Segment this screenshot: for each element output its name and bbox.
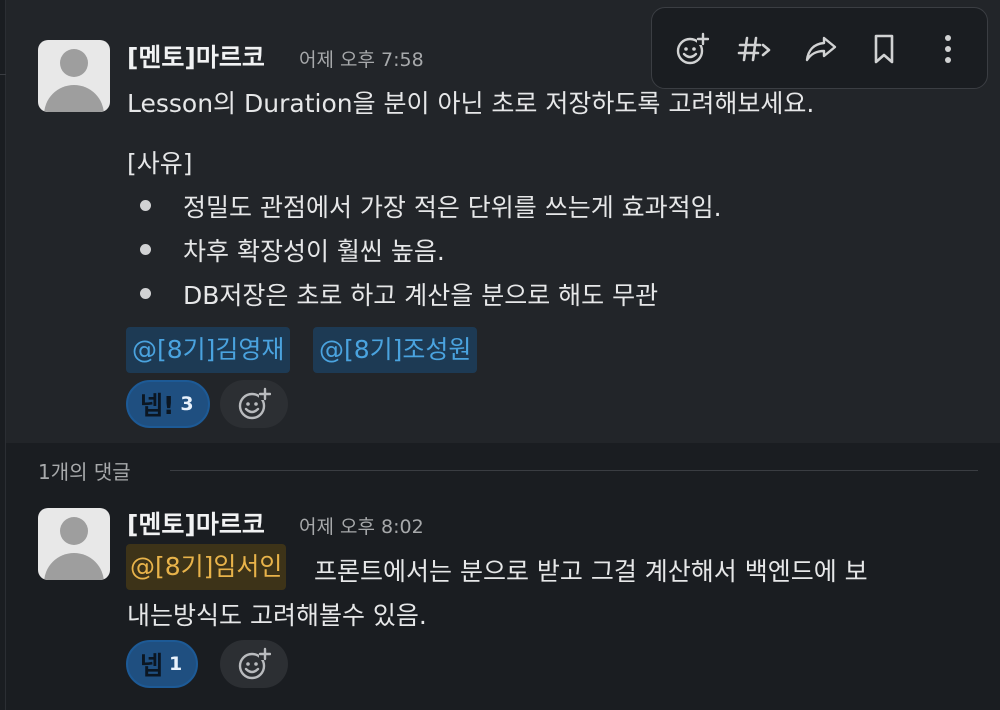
more-vertical-icon [945,35,951,63]
message-text-continued: 내는방식도 고려해볼수 있음. [127,601,427,630]
bullet-icon [140,288,151,299]
avatar-head [60,517,88,545]
reaction-count: 1 [169,653,183,675]
add-reaction-icon [238,647,271,680]
message-actions-toolbar [651,7,988,89]
add-reaction-button[interactable] [220,640,288,688]
author-name[interactable]: [멘토]마르코 [127,505,265,541]
pane-left-border [0,0,6,710]
avatar-body [44,553,104,580]
forward-to-channel-button[interactable] [730,24,780,74]
add-reaction-tool-button[interactable] [667,24,717,74]
share-icon [805,36,837,62]
reaction-pill[interactable]: 넵 1 [126,640,199,688]
avatar-head [60,49,88,77]
more-actions-button[interactable] [923,24,973,74]
share-button[interactable] [796,24,846,74]
reaction-pill[interactable]: 넵! 3 [126,380,210,428]
list-item-text: 정밀도 관점에서 가장 적은 단위를 쓰는게 효과적임. [183,193,722,222]
save-for-later-button[interactable] [859,24,909,74]
user-mention[interactable]: @[8기]조성원 [313,327,478,373]
avatar[interactable] [38,40,110,112]
message-timestamp[interactable]: 어제 오후 7:58 [299,45,424,72]
message-pane: [멘토]마르코 어제 오후 7:58 Lesson의 Duration을 분이 … [0,0,1000,710]
bookmark-icon [874,34,894,64]
thread-divider-line [170,470,978,471]
reason-header: [사유] [127,149,193,178]
reaction-count: 3 [180,393,194,415]
bullet-icon [140,244,151,255]
avatar-body [44,85,104,112]
message-text: Lesson의 Duration을 분이 아닌 초로 저장하도록 고려해보세요. [127,89,815,118]
message-timestamp[interactable]: 어제 오후 8:02 [299,512,424,539]
reaction-emoji: 넵! [140,391,175,420]
user-mention[interactable]: @[8기]김영재 [126,327,291,373]
reply-count-label: 1개의 댓글 [38,460,131,484]
add-reaction-icon [676,32,709,65]
message-text: 프론트에서는 분으로 받고 그걸 계산해서 백엔드에 보 [314,557,868,586]
self-mention[interactable]: @[8기]임서인 [126,544,287,590]
add-reaction-button[interactable] [220,380,288,428]
author-name[interactable]: [멘토]마르코 [127,38,265,74]
pane-left-notch [0,74,6,75]
add-reaction-icon [238,387,271,420]
bullet-icon [140,200,151,211]
hashtag-forward-icon [737,36,771,62]
list-item-text: 차후 확장성이 훨씬 높음. [183,237,445,266]
list-item-text: DB저장은 초로 하고 계산을 분으로 해도 무관 [183,281,659,310]
avatar[interactable] [38,508,110,580]
reaction-emoji: 넵 [140,651,164,680]
